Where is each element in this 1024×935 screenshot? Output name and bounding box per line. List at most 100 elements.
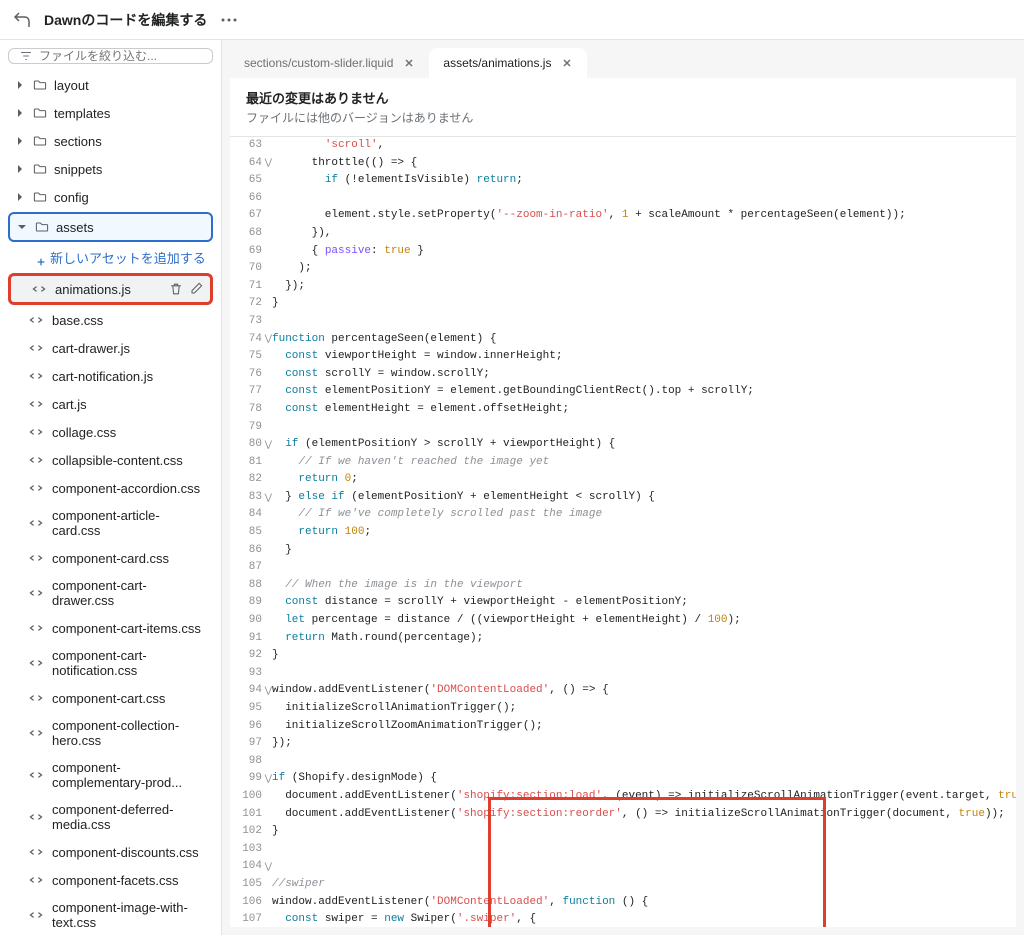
code-line[interactable]: 65 if (!elementIsVisible) return; — [230, 172, 1016, 190]
file-label: collapsible-content.css — [52, 453, 183, 468]
file-item[interactable]: cart.js — [8, 391, 213, 417]
code-line[interactable]: 98 — [230, 753, 1016, 771]
code-line[interactable]: 100 document.addEventListener('shopify:s… — [230, 788, 1016, 806]
line-number: 63 — [230, 137, 272, 155]
code-line[interactable]: 96 initializeScrollZoomAnimationTrigger(… — [230, 718, 1016, 736]
code-line[interactable]: 71 }); — [230, 278, 1016, 296]
chevron-right-icon — [14, 79, 26, 91]
folder-layout[interactable]: layout — [8, 72, 213, 98]
code-line[interactable]: 78 const elementHeight = element.offsetH… — [230, 401, 1016, 419]
code-line[interactable]: 84 // If we've completely scrolled past … — [230, 506, 1016, 524]
code-line[interactable]: 105//swiper — [230, 876, 1016, 894]
code-line[interactable]: 99⋁if (Shopify.designMode) { — [230, 770, 1016, 788]
code-line[interactable]: 87 — [230, 559, 1016, 577]
file-item[interactable]: component-cart.css — [8, 685, 213, 711]
code-line[interactable]: 63 'scroll', — [230, 137, 1016, 155]
fold-icon[interactable]: ⋁ — [265, 490, 272, 504]
folder-assets[interactable]: assets — [8, 212, 213, 242]
code-line[interactable]: 68 }), — [230, 225, 1016, 243]
filter-input[interactable] — [39, 49, 202, 63]
file-item[interactable]: component-facets.css — [8, 867, 213, 893]
close-icon[interactable] — [403, 57, 415, 69]
file-item[interactable]: cart-notification.js — [8, 363, 213, 389]
code-line[interactable]: 90 let percentage = distance / ((viewpor… — [230, 612, 1016, 630]
file-item[interactable]: component-deferred-media.css — [8, 797, 213, 837]
line-number: 90 — [230, 612, 272, 630]
code-line[interactable]: 104⋁ — [230, 858, 1016, 876]
file-item[interactable]: cart-drawer.js — [8, 335, 213, 361]
filter-box[interactable] — [8, 48, 213, 64]
file-item[interactable]: component-card.css — [8, 545, 213, 571]
code-line[interactable]: 107 const swiper = new Swiper('.swiper',… — [230, 911, 1016, 927]
code-line[interactable]: 95 initializeScrollAnimationTrigger(); — [230, 700, 1016, 718]
code-line[interactable]: 101 document.addEventListener('shopify:s… — [230, 806, 1016, 824]
code-line[interactable]: 89 const distance = scrollY + viewportHe… — [230, 594, 1016, 612]
code-line[interactable]: 102} — [230, 823, 1016, 841]
code-line[interactable]: 81 // If we haven't reached the image ye… — [230, 454, 1016, 472]
code-line[interactable]: 77 const elementPositionY = element.getB… — [230, 383, 1016, 401]
add-asset-link[interactable]: 新しいアセットを追加する — [8, 244, 213, 271]
code-line[interactable]: 72} — [230, 295, 1016, 313]
delete-icon[interactable] — [168, 281, 184, 297]
file-item[interactable]: component-cart-notification.css — [8, 643, 213, 683]
code-line[interactable]: 70 ); — [230, 260, 1016, 278]
code-line[interactable]: 73 — [230, 313, 1016, 331]
edit-icon[interactable] — [188, 281, 204, 297]
file-item[interactable]: animations.js — [8, 273, 213, 305]
code-line[interactable]: 79 — [230, 419, 1016, 437]
code-line[interactable]: 97}); — [230, 735, 1016, 753]
fold-icon[interactable]: ⋁ — [265, 156, 272, 170]
code-line[interactable]: 85 return 100; — [230, 524, 1016, 542]
file-item[interactable]: base.css — [8, 307, 213, 333]
fold-icon[interactable]: ⋁ — [265, 860, 272, 874]
tab[interactable]: sections/custom-slider.liquid — [230, 48, 429, 78]
code-line[interactable]: 75 const viewportHeight = window.innerHe… — [230, 348, 1016, 366]
code-line[interactable]: 88 // When the image is in the viewport — [230, 577, 1016, 595]
code-line[interactable]: 80⋁ if (elementPositionY > scrollY + vie… — [230, 436, 1016, 454]
file-item[interactable]: component-accordion.css — [8, 475, 213, 501]
file-item[interactable]: component-complementary-prod... — [8, 755, 213, 795]
fold-icon[interactable]: ⋁ — [265, 684, 272, 698]
code-line[interactable]: 92} — [230, 647, 1016, 665]
code-line[interactable]: 76 const scrollY = window.scrollY; — [230, 366, 1016, 384]
code-text — [272, 419, 1016, 437]
code-editor[interactable]: 63 'scroll',64⋁ throttle(() => {65 if (!… — [230, 137, 1016, 927]
code-line[interactable]: 66 — [230, 190, 1016, 208]
code-text — [272, 559, 1016, 577]
file-item[interactable]: component-image-with-text.css — [8, 895, 213, 935]
more-icon[interactable] — [219, 10, 239, 30]
code-line[interactable]: 103 — [230, 841, 1016, 859]
code-line[interactable]: 69 { passive: true } — [230, 243, 1016, 261]
code-line[interactable]: 86 } — [230, 542, 1016, 560]
tab[interactable]: assets/animations.js — [429, 48, 587, 78]
fold-icon[interactable]: ⋁ — [265, 438, 272, 452]
folder-sections[interactable]: sections — [8, 128, 213, 154]
file-item[interactable]: component-collection-hero.css — [8, 713, 213, 753]
code-line[interactable]: 83⋁ } else if (elementPositionY + elemen… — [230, 489, 1016, 507]
code-line[interactable]: 91 return Math.round(percentage); — [230, 630, 1016, 648]
code-line[interactable]: 93 — [230, 665, 1016, 683]
file-item[interactable]: collapsible-content.css — [8, 447, 213, 473]
file-item[interactable]: component-discounts.css — [8, 839, 213, 865]
code-file-icon — [28, 452, 44, 468]
fold-icon[interactable]: ⋁ — [265, 772, 272, 786]
folder-snippets[interactable]: snippets — [8, 156, 213, 182]
code-text: } — [272, 542, 1016, 560]
fold-icon[interactable]: ⋁ — [265, 332, 272, 346]
file-item[interactable]: component-article-card.css — [8, 503, 213, 543]
code-line[interactable]: 94⋁window.addEventListener('DOMContentLo… — [230, 682, 1016, 700]
back-icon[interactable] — [12, 10, 32, 30]
code-file-icon — [28, 396, 44, 412]
file-item[interactable]: collage.css — [8, 419, 213, 445]
code-line[interactable]: 106window.addEventListener('DOMContentLo… — [230, 894, 1016, 912]
code-line[interactable]: 67 element.style.setProperty('--zoom-in-… — [230, 207, 1016, 225]
file-item[interactable]: component-cart-items.css — [8, 615, 213, 641]
file-item[interactable]: component-cart-drawer.css — [8, 573, 213, 613]
folder-config[interactable]: config — [8, 184, 213, 210]
code-line[interactable]: 74⋁function percentageSeen(element) { — [230, 331, 1016, 349]
code-line[interactable]: 82 return 0; — [230, 471, 1016, 489]
code-line[interactable]: 64⋁ throttle(() => { — [230, 155, 1016, 173]
folder-templates[interactable]: templates — [8, 100, 213, 126]
close-icon[interactable] — [561, 57, 573, 69]
code-text: const viewportHeight = window.innerHeigh… — [272, 348, 1016, 366]
